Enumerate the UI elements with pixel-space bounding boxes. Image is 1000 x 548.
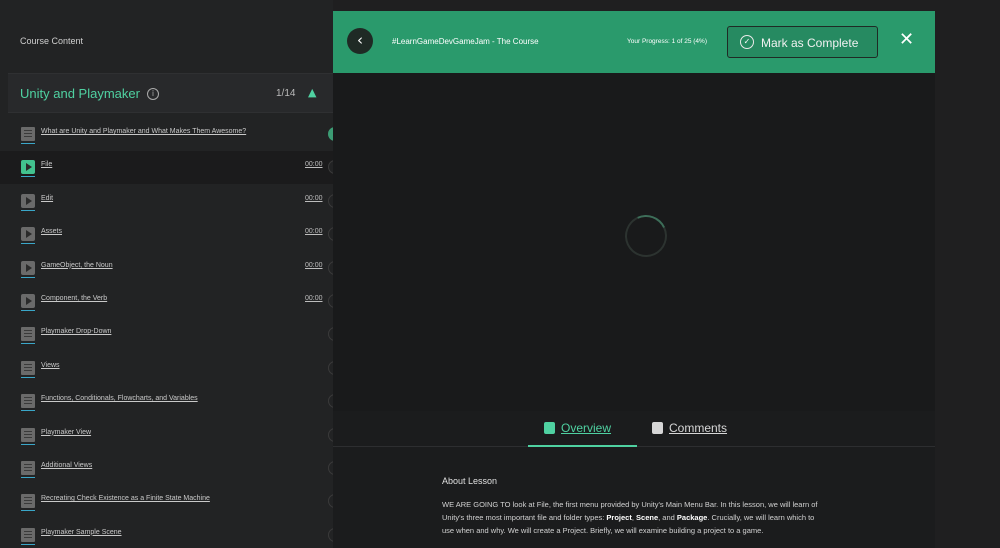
document-icon — [21, 427, 35, 445]
info-icon[interactable]: i — [147, 88, 159, 100]
about-lesson-text: WE ARE GOING TO look at File, the first … — [442, 500, 818, 535]
lesson-panel: ‹ #LearnGameDevGameJam - The Course Your… — [333, 11, 935, 548]
lesson-title[interactable]: Additional Views — [41, 462, 92, 469]
about-line-3: use when and why. We will create a Proje… — [442, 526, 764, 535]
play-icon — [21, 160, 35, 178]
document-icon — [21, 527, 35, 545]
lesson-item[interactable]: Assets 00:00 — [0, 218, 342, 251]
section-title: Unity and Playmaker — [20, 86, 140, 101]
lesson-title[interactable]: Component, the Verb — [41, 295, 107, 302]
lesson-title[interactable]: Functions, Conditionals, Flowcharts, and… — [41, 395, 198, 402]
lesson-title[interactable]: Views — [41, 362, 60, 369]
mark-complete-button[interactable]: ✓ Mark as Complete — [727, 26, 878, 58]
document-icon — [21, 127, 35, 144]
lesson-item[interactable]: Playmaker Sample Scene — [0, 519, 342, 548]
lesson-duration: 00:00 — [305, 295, 323, 302]
lesson-title[interactable]: Playmaker Drop-Down — [41, 328, 111, 335]
progress-label: Your Progress: — [627, 38, 670, 45]
term-project: Project — [606, 513, 632, 522]
play-icon — [21, 294, 35, 311]
about-line-1: WE ARE GOING TO look at File, the first … — [442, 500, 818, 509]
lesson-title[interactable]: Edit — [41, 195, 53, 202]
section-count: 1/14 — [276, 88, 296, 99]
check-circle-icon: ✓ — [740, 35, 754, 49]
document-icon — [21, 327, 35, 345]
lesson-duration: 00:00 — [305, 161, 323, 169]
lesson-item[interactable]: Component, the Verb 00:00 — [0, 285, 342, 318]
lesson-item[interactable]: Playmaker View — [0, 419, 342, 452]
play-icon — [21, 227, 35, 245]
lesson-tabs: Overview Comments — [333, 411, 935, 447]
term-package: Package — [676, 513, 708, 522]
tab-overview-label: Overview — [561, 421, 612, 435]
tab-comments-label: Comments — [669, 421, 728, 435]
lesson-item[interactable]: File 00:00 — [0, 151, 342, 185]
document-icon — [544, 422, 555, 434]
progress-text: Your Progress: 1 of 25 (4%) — [627, 38, 707, 45]
about-lesson-title: About Lesson — [442, 476, 498, 486]
lesson-title[interactable]: Recreating Check Existence as a Finite S… — [41, 495, 210, 502]
chevron-up-icon[interactable]: ▲ — [308, 86, 316, 99]
mark-complete-label: Mark as Complete — [761, 36, 859, 50]
lesson-duration: 00:00 — [305, 228, 323, 236]
lesson-title[interactable]: Assets — [41, 228, 62, 235]
lesson-title[interactable]: Playmaker View — [41, 429, 91, 436]
lesson-duration: 00:00 — [305, 261, 323, 269]
play-icon — [21, 260, 35, 278]
document-icon — [21, 360, 35, 378]
course-content-heading: Course Content — [20, 36, 84, 46]
about-line-2b: . Crucially, we will learn which to — [707, 513, 815, 522]
term-scene: Scene — [636, 513, 659, 522]
lesson-item[interactable]: Views — [0, 352, 342, 385]
lesson-item[interactable]: Edit 00:00 — [0, 185, 342, 218]
lesson-item[interactable]: What are Unity and Playmaker and What Ma… — [0, 118, 342, 151]
play-icon — [21, 193, 35, 211]
lesson-item[interactable]: Playmaker Drop-Down — [0, 318, 342, 351]
back-button[interactable]: ‹ — [347, 28, 373, 54]
active-tab-indicator — [528, 445, 637, 447]
course-title: #LearnGameDevGameJam - The Course — [392, 37, 539, 46]
course-sidebar: Course Content Unity and Playmaker i 1/1… — [0, 0, 342, 548]
lesson-title[interactable]: File — [41, 161, 52, 168]
document-icon — [21, 394, 35, 412]
tab-comments[interactable]: Comments — [652, 421, 727, 435]
section-header[interactable]: Unity and Playmaker i 1/14 ▲ — [8, 73, 333, 113]
lesson-title[interactable]: What are Unity and Playmaker and What Ma… — [41, 128, 246, 135]
video-player[interactable] — [333, 73, 935, 411]
loading-spinner-icon — [619, 209, 673, 263]
lesson-topbar: ‹ #LearnGameDevGameJam - The Course Your… — [333, 11, 935, 73]
lesson-title[interactable]: Playmaker Sample Scene — [41, 529, 122, 536]
lesson-item[interactable]: GameObject, the Noun 00:00 — [0, 252, 342, 285]
lesson-item[interactable]: Recreating Check Existence as a Finite S… — [0, 485, 342, 518]
page-margin — [935, 0, 1000, 548]
close-button[interactable]: ✕ — [899, 29, 914, 50]
comment-icon — [652, 422, 663, 434]
lesson-duration: 00:00 — [305, 194, 323, 202]
document-icon — [21, 461, 35, 478]
tab-overview[interactable]: Overview — [544, 421, 611, 435]
lesson-item[interactable]: Additional Views — [0, 452, 342, 485]
about-line-2a: Unity's three most important file and fo… — [442, 513, 607, 522]
lesson-title[interactable]: GameObject, the Noun — [41, 262, 113, 269]
progress-value: 1 of 25 (4%) — [671, 38, 707, 45]
document-icon — [21, 494, 35, 512]
lesson-item[interactable]: Functions, Conditionals, Flowcharts, and… — [0, 385, 342, 418]
